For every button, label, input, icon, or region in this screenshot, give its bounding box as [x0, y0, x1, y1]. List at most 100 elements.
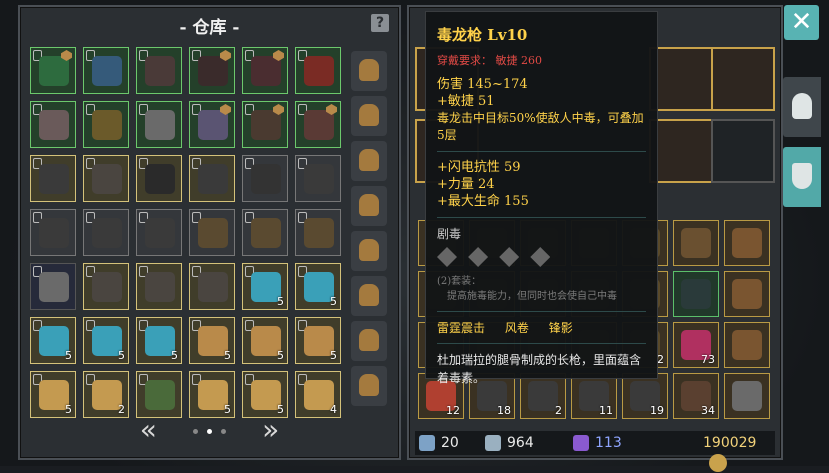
item-icon	[39, 56, 69, 86]
skill-3: 锋影	[548, 321, 573, 335]
item-icon	[304, 218, 334, 248]
side-slot-7[interactable]	[351, 321, 387, 361]
tab-armor[interactable]	[783, 147, 821, 207]
storage-slot[interactable]	[136, 371, 182, 418]
storage-slot[interactable]	[189, 101, 235, 148]
skill-2: 风卷	[504, 321, 529, 335]
inventory-slot[interactable]	[724, 271, 770, 317]
storage-slot[interactable]	[189, 209, 235, 256]
bonus-lightning: +闪电抗性 59	[437, 160, 521, 175]
storage-slot[interactable]	[295, 47, 341, 94]
storage-slot[interactable]	[30, 155, 76, 202]
storage-slot[interactable]	[30, 263, 76, 310]
backpack-icon	[359, 329, 379, 351]
backpack-icon	[359, 194, 379, 216]
side-slot-4[interactable]	[351, 186, 387, 226]
close-button[interactable]: ✕	[784, 5, 819, 40]
storage-slot[interactable]	[30, 209, 76, 256]
storage-slot[interactable]	[242, 101, 288, 148]
inventory-slot[interactable]: 34	[673, 373, 719, 419]
storage-slot[interactable]	[136, 263, 182, 310]
side-slot-6[interactable]	[351, 276, 387, 316]
page-dot-3[interactable]	[221, 428, 227, 434]
item-icon	[198, 272, 228, 302]
side-slot-1[interactable]	[351, 51, 387, 91]
item-name: 毒龙枪 Lv10	[437, 26, 528, 44]
item-agility: +敏捷 51	[437, 94, 495, 109]
side-slot-2[interactable]	[351, 96, 387, 136]
gold-coin-icon	[709, 454, 727, 472]
storage-slot[interactable]	[136, 101, 182, 148]
equip-slot-sword[interactable]	[711, 119, 775, 183]
storage-slot[interactable]: 5	[295, 263, 341, 310]
page-dot-2[interactable]	[207, 428, 212, 434]
storage-slot[interactable]: 5	[30, 371, 76, 418]
side-slot-8[interactable]	[351, 366, 387, 406]
gem-stat: 113	[573, 433, 622, 453]
storage-grid: 5555555552554	[30, 47, 343, 420]
side-slot-5[interactable]	[351, 231, 387, 271]
storage-slot[interactable]	[295, 101, 341, 148]
storage-slot[interactable]	[83, 47, 129, 94]
storage-slot[interactable]: 5	[242, 263, 288, 310]
storage-slot[interactable]: 5	[83, 317, 129, 364]
equip-slot-ring[interactable]	[649, 47, 713, 111]
equip-slot-spear[interactable]	[711, 47, 775, 111]
storage-slot[interactable]	[136, 155, 182, 202]
storage-slot[interactable]	[30, 47, 76, 94]
storage-slot[interactable]: 5	[189, 317, 235, 364]
bonus-life: +最大生命 155	[437, 194, 529, 209]
inventory-slot[interactable]	[724, 220, 770, 266]
tab-helmet[interactable]	[783, 77, 821, 137]
storage-slot[interactable]: 5	[242, 317, 288, 364]
sword-icon	[419, 435, 435, 451]
item-icon	[92, 164, 122, 194]
set-title: 剧毒	[437, 227, 462, 241]
storage-slot[interactable]	[189, 155, 235, 202]
item-count: 5	[65, 349, 72, 362]
storage-slot[interactable]: 5	[189, 371, 235, 418]
currency-bar: 20 964 113 190029	[415, 431, 775, 472]
storage-slot[interactable]	[189, 263, 235, 310]
storage-slot[interactable]	[83, 263, 129, 310]
item-count: 18	[497, 404, 511, 417]
storage-slot[interactable]: 4	[295, 371, 341, 418]
storage-slot[interactable]	[189, 47, 235, 94]
prev-page-button[interactable]: «	[140, 413, 157, 446]
page-dot-1[interactable]	[192, 428, 198, 434]
storage-slot[interactable]	[295, 209, 341, 256]
storage-slot[interactable]	[136, 47, 182, 94]
storage-slot[interactable]	[83, 209, 129, 256]
storage-slot[interactable]	[242, 47, 288, 94]
next-page-button[interactable]: »	[262, 413, 279, 446]
item-icon	[145, 218, 175, 248]
inventory-slot[interactable]	[673, 220, 719, 266]
item-count: 5	[118, 349, 125, 362]
backpack-icon	[359, 239, 379, 261]
equip-slot-amulet[interactable]	[649, 119, 713, 183]
armor-icon	[468, 247, 489, 267]
bonus-strength: +力量 24	[437, 177, 495, 192]
inventory-slot[interactable]	[724, 322, 770, 368]
side-slot-3[interactable]	[351, 141, 387, 181]
storage-slot[interactable]	[295, 155, 341, 202]
item-count: 5	[277, 295, 284, 308]
storage-slot[interactable]	[136, 209, 182, 256]
storage-slot[interactable]	[30, 101, 76, 148]
storage-slot[interactable]	[83, 101, 129, 148]
storage-slot[interactable]: 5	[30, 317, 76, 364]
inventory-slot[interactable]	[673, 271, 719, 317]
storage-slot[interactable]: 5	[295, 317, 341, 364]
item-icon	[198, 164, 228, 194]
storage-slot[interactable]: 2	[83, 371, 129, 418]
inventory-slot[interactable]	[724, 373, 770, 419]
storage-slot[interactable]: 5	[136, 317, 182, 364]
storage-slot[interactable]: 5	[242, 371, 288, 418]
item-icon	[145, 380, 175, 410]
storage-slot[interactable]	[242, 209, 288, 256]
inventory-slot[interactable]: 73	[673, 322, 719, 368]
help-icon[interactable]: ?	[371, 14, 389, 32]
storage-slot[interactable]	[83, 155, 129, 202]
item-icon	[681, 228, 711, 258]
storage-slot[interactable]	[242, 155, 288, 202]
